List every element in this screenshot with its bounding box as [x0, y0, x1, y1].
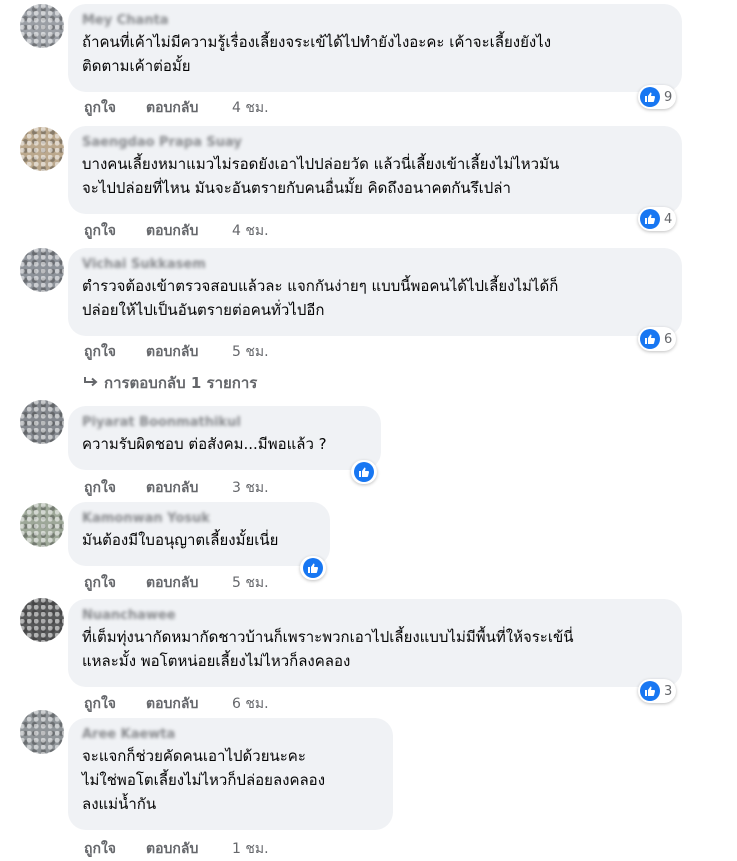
reaction-count: 3 [664, 683, 673, 699]
reply-button[interactable]: ตอบกลับ [146, 341, 232, 363]
like-icon [640, 209, 660, 229]
comment-actions: ถูกใจ ตอบกลับ 5 ชม. [84, 341, 269, 363]
reply-button[interactable]: ตอบกลับ [146, 97, 232, 119]
comment-bubble: Vichai Sukkasem ตำรวจต้องเข้าตรวจสอบแล้ว… [68, 248, 682, 336]
like-button[interactable]: ถูกใจ [84, 693, 146, 715]
comment-bubble: Mey Chanta ถ้าคนที่เค้าไม่มีความรู้เรื่อ… [68, 4, 682, 92]
comment-author[interactable]: Mey Chanta [82, 12, 668, 30]
like-button[interactable]: ถูกใจ [84, 220, 146, 242]
reaction-badge[interactable]: 9 [638, 85, 677, 109]
comment-text: จะแจกก็ช่วยคัดคนเอาไปด้วยนะคะ ไม่ใช่พอโต… [82, 747, 326, 813]
reaction-badge[interactable]: 4 [638, 207, 677, 231]
comment-actions: ถูกใจ ตอบกลับ 6 ชม. [84, 693, 269, 715]
comment-actions: ถูกใจ ตอบกลับ 5 ชม. [84, 572, 269, 594]
comment-actions: ถูกใจ ตอบกลับ 4 ชม. [84, 220, 269, 242]
like-icon [640, 329, 660, 349]
comment-timestamp[interactable]: 3 ชม. [232, 477, 269, 499]
like-icon [640, 87, 660, 107]
like-button[interactable]: ถูกใจ [84, 572, 146, 594]
reply-button[interactable]: ตอบกลับ [146, 693, 232, 715]
comment-bubble: Nuanchawee ที่เต็มทุ่งนากัดหมากัดชาวบ้าน… [68, 599, 682, 687]
like-button[interactable]: ถูกใจ [84, 97, 146, 119]
comment-author[interactable]: Kamonwan Yosuk [82, 510, 316, 528]
comment-bubble: Saengdao Prapa Suay บางคนเลี้ยงหมาแมวไม่… [68, 126, 682, 214]
comment-text: บางคนเลี้ยงหมาแมวไม่รอดยังเอาไปปล่อยวัด … [82, 155, 560, 197]
view-replies-label: การตอบกลับ 1 รายการ [104, 374, 258, 392]
comment-text: ที่เต็มทุ่งนากัดหมากัดชาวบ้านก็เพราะพวกเ… [82, 628, 574, 670]
avatar[interactable] [20, 598, 64, 642]
comment-author[interactable]: Nuanchawee [82, 607, 668, 625]
comment-timestamp[interactable]: 5 ชม. [232, 341, 269, 363]
comment-author[interactable]: Aree Kaewta [82, 726, 379, 744]
comment-bubble: Kamonwan Yosuk มันต้องมีใบอนุญาตเลี้ยงมั… [68, 502, 330, 566]
comment-actions: ถูกใจ ตอบกลับ 1 ชม. [84, 838, 269, 860]
reaction-badge[interactable]: 3 [638, 679, 677, 703]
comment-author[interactable]: Piyarat Boonmathikul [82, 414, 367, 432]
comment-author[interactable]: Vichai Sukkasem [82, 256, 668, 274]
avatar[interactable] [20, 127, 64, 171]
comment-text: ถ้าคนที่เค้าไม่มีความรู้เรื่องเลี้ยงจระเ… [82, 33, 552, 75]
comment-actions: ถูกใจ ตอบกลับ 4 ชม. [84, 97, 269, 119]
reply-button[interactable]: ตอบกลับ [146, 572, 232, 594]
reply-arrow-icon [84, 374, 98, 392]
avatar[interactable] [20, 248, 64, 292]
comment-text: ตำรวจต้องเข้าตรวจสอบแล้วละ แจกกันง่ายๆ แ… [82, 277, 559, 319]
like-button[interactable]: ถูกใจ [84, 477, 146, 499]
like-button[interactable]: ถูกใจ [84, 341, 146, 363]
comment-text: ความรับผิดชอบ ต่อสังคม...มีพอแล้ว ? [82, 435, 327, 453]
like-button[interactable]: ถูกใจ [84, 838, 146, 860]
comment-timestamp[interactable]: 6 ชม. [232, 693, 269, 715]
reaction-badge[interactable] [351, 460, 377, 484]
reply-button[interactable]: ตอบกลับ [146, 477, 232, 499]
comment-timestamp[interactable]: 4 ชม. [232, 97, 269, 119]
comment-timestamp[interactable]: 5 ชม. [232, 572, 269, 594]
reaction-count: 9 [664, 89, 673, 105]
view-replies-link[interactable]: การตอบกลับ 1 รายการ [84, 371, 257, 395]
avatar[interactable] [20, 710, 64, 754]
avatar[interactable] [20, 503, 64, 547]
like-icon [303, 558, 323, 578]
reply-button[interactable]: ตอบกลับ [146, 838, 232, 860]
comment-author[interactable]: Saengdao Prapa Suay [82, 134, 668, 152]
reaction-badge[interactable] [300, 556, 326, 580]
reaction-count: 6 [664, 331, 673, 347]
comment-text: มันต้องมีใบอนุญาตเลี้ยงมั้ยเนี่ย [82, 531, 279, 549]
comment-bubble: Aree Kaewta จะแจกก็ช่วยคัดคนเอาไปด้วยนะค… [68, 718, 393, 830]
like-icon [354, 462, 374, 482]
avatar[interactable] [20, 400, 64, 444]
avatar[interactable] [20, 4, 64, 48]
comment-bubble: Piyarat Boonmathikul ความรับผิดชอบ ต่อสั… [68, 406, 381, 470]
reaction-count: 4 [664, 211, 673, 227]
comment-actions: ถูกใจ ตอบกลับ 3 ชม. [84, 477, 269, 499]
comment-timestamp[interactable]: 1 ชม. [232, 838, 269, 860]
reply-button[interactable]: ตอบกลับ [146, 220, 232, 242]
comment-timestamp[interactable]: 4 ชม. [232, 220, 269, 242]
reaction-badge[interactable]: 6 [638, 327, 677, 351]
like-icon [640, 681, 660, 701]
